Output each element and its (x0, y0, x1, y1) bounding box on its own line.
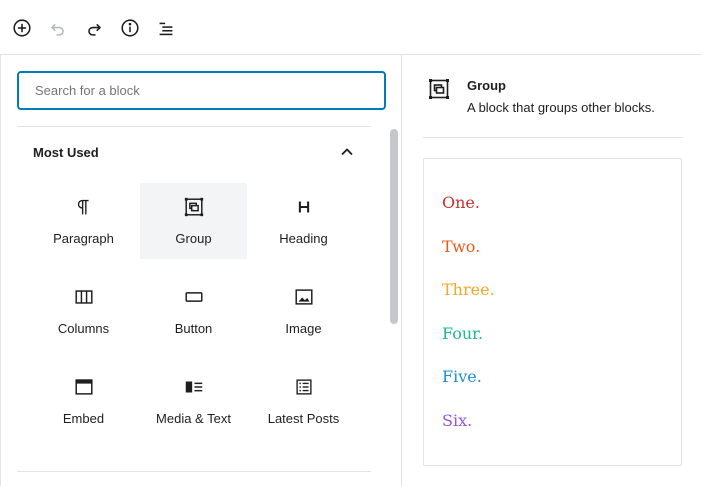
button-icon (182, 285, 206, 309)
chevron-up-icon[interactable] (339, 144, 355, 160)
block-inserter: Most Used Paragraph Group (0, 54, 702, 486)
block-label: Embed (62, 411, 105, 426)
preview-item: Five. (442, 367, 482, 387)
block-item-latest-posts[interactable]: Latest Posts (250, 363, 357, 439)
block-preview-pane: Group A block that groups other blocks. … (403, 55, 702, 486)
editor-toolbar (0, 0, 702, 54)
plus-circle-icon (13, 19, 31, 37)
preview-item: Two. (442, 236, 481, 256)
block-search-input[interactable] (17, 71, 386, 110)
redo-icon (88, 24, 101, 36)
block-label: Heading (279, 231, 328, 246)
columns-icon (72, 285, 96, 309)
latest-posts-icon (292, 375, 316, 399)
group-icon (427, 77, 451, 101)
outline-button[interactable] (152, 14, 180, 42)
block-item-embed[interactable]: Embed (30, 363, 137, 439)
block-preview: One. Two. Three. Four. Five. Six. (423, 158, 682, 466)
preview-item: Three. (442, 280, 495, 300)
block-card-description: A block that groups other blocks. (467, 100, 655, 115)
block-card-title: Group (467, 78, 506, 93)
block-label: Media & Text (156, 411, 231, 426)
info-icon (121, 19, 139, 37)
divider (423, 137, 683, 138)
block-item-group[interactable]: Group (140, 183, 247, 259)
list-icon (159, 22, 173, 36)
image-icon (292, 285, 316, 309)
block-item-heading[interactable]: Heading (250, 183, 357, 259)
preview-item: One. (442, 193, 480, 212)
most-used-panel-header[interactable]: Most Used (17, 135, 371, 169)
paragraph-icon (72, 195, 96, 219)
divider (17, 126, 371, 127)
block-item-media-text[interactable]: Media & Text (140, 363, 247, 439)
info-button[interactable] (116, 14, 144, 42)
block-label: Image (285, 321, 322, 336)
divider (17, 471, 371, 472)
panel-title: Most Used (33, 144, 99, 160)
block-label: Group (175, 231, 212, 246)
block-label: Paragraph (53, 231, 114, 246)
preview-item: Four. (442, 323, 484, 343)
block-item-image[interactable]: Image (250, 273, 357, 349)
block-label: Button (174, 321, 213, 336)
block-card: Group A block that groups other blocks. (427, 77, 683, 117)
add-block-button[interactable] (8, 14, 36, 42)
preview-list: One. Two. Three. Four. Five. Six. (442, 193, 495, 455)
redo-button[interactable] (80, 14, 108, 42)
embed-icon (72, 375, 96, 399)
heading-icon (292, 195, 316, 219)
block-label: Latest Posts (267, 411, 340, 426)
group-icon (182, 195, 206, 219)
block-label: Columns (57, 321, 110, 336)
media-text-icon (182, 375, 206, 399)
block-item-button[interactable]: Button (140, 273, 247, 349)
scrollbar-thumb[interactable] (390, 129, 398, 324)
inserter-block-list-pane: Most Used Paragraph Group (1, 55, 402, 486)
undo-icon (51, 24, 64, 36)
block-item-columns[interactable]: Columns (30, 273, 137, 349)
block-item-paragraph[interactable]: Paragraph (30, 183, 137, 259)
undo-button[interactable] (44, 14, 72, 42)
preview-item: Six. (442, 410, 473, 430)
block-grid: Paragraph Group Heading Columns Button I… (30, 183, 360, 439)
